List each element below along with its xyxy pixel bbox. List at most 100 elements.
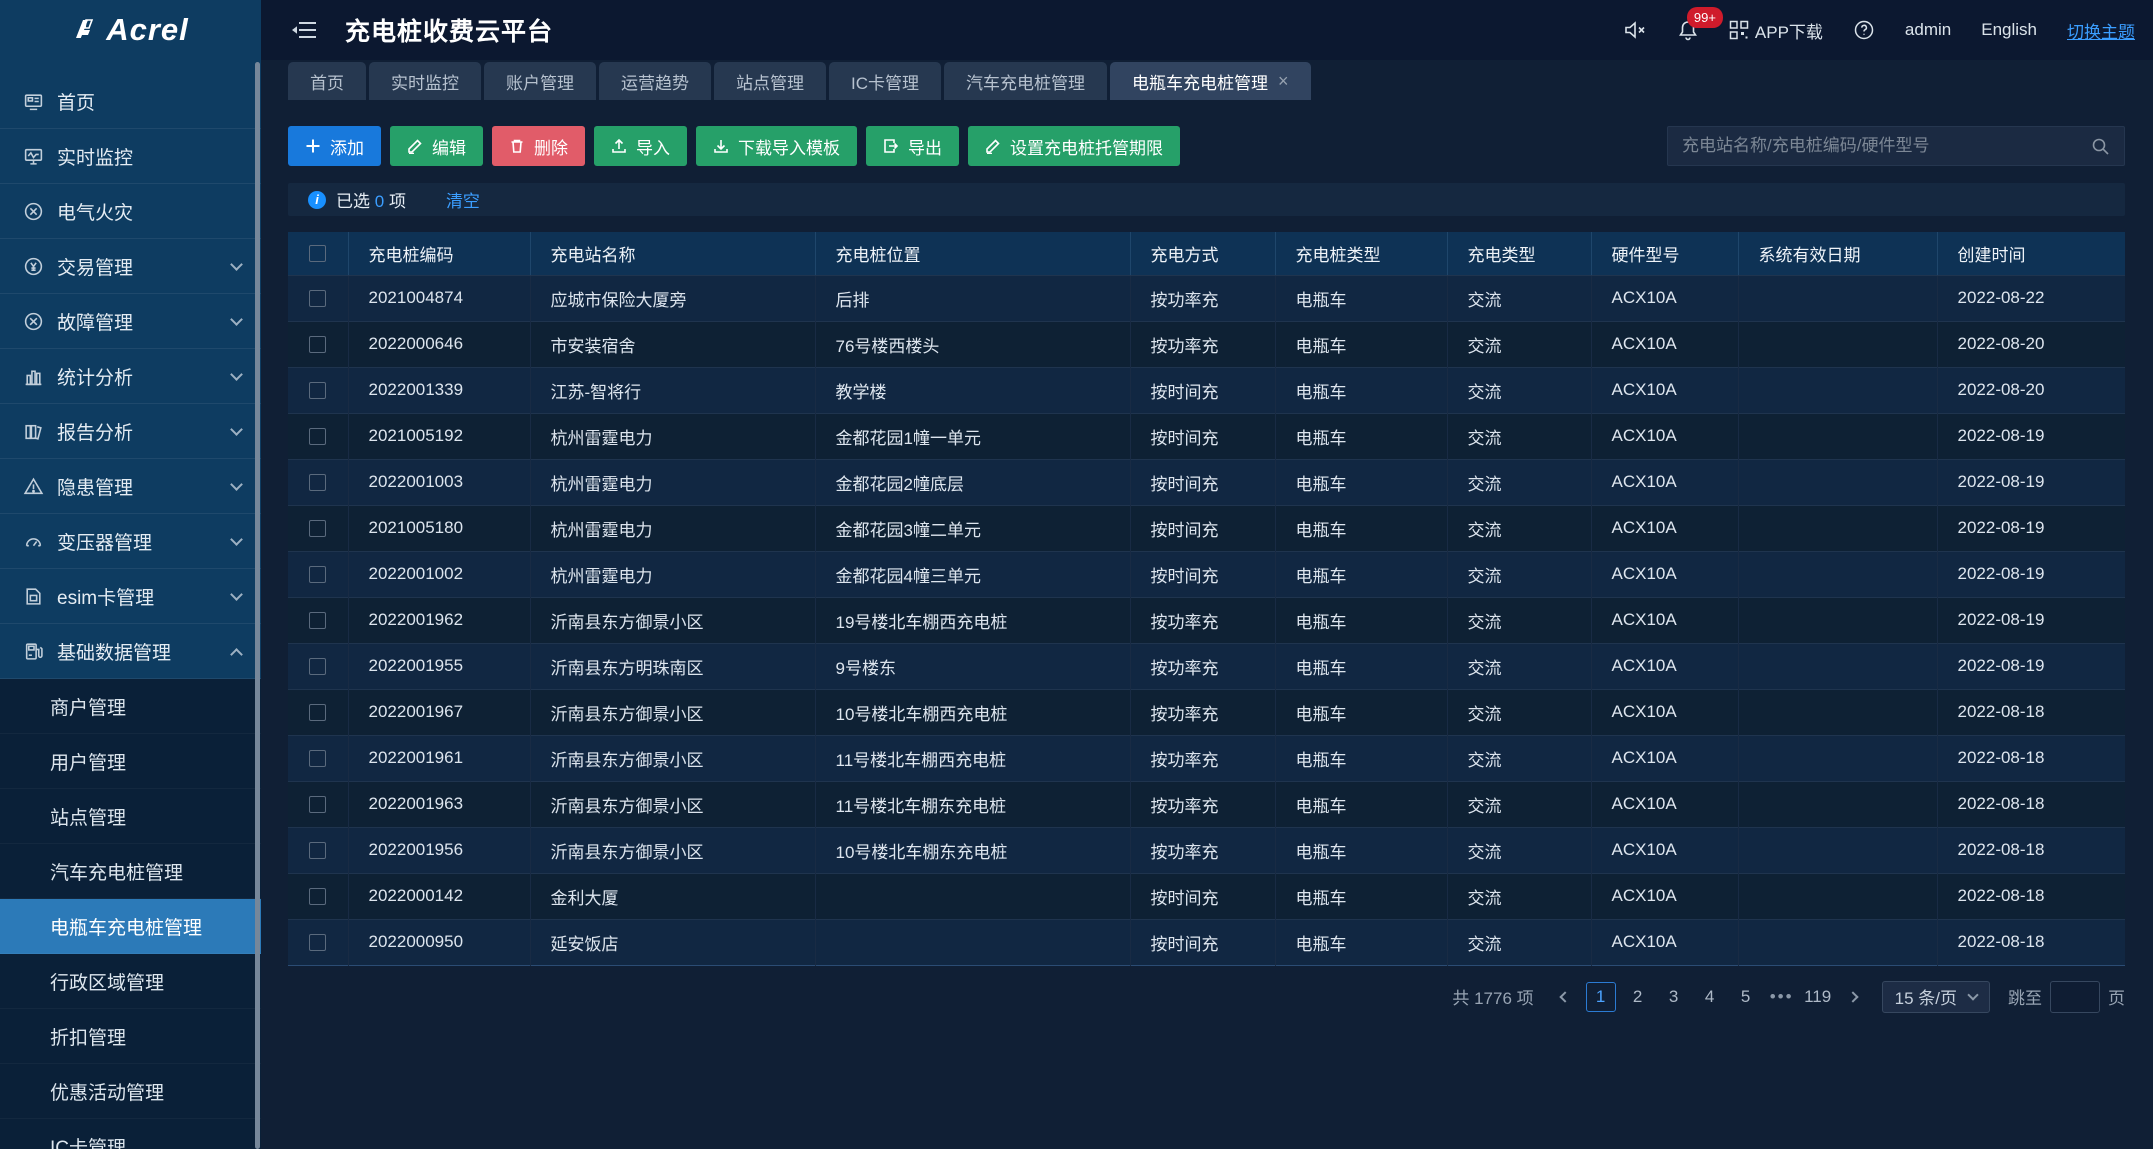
search-input[interactable]: [1682, 136, 2091, 156]
submenu-item-car-chargers[interactable]: 汽车充电桩管理: [0, 844, 261, 899]
username[interactable]: admin: [1905, 20, 1951, 40]
row-checkbox[interactable]: [309, 704, 326, 721]
download-template-button[interactable]: 下载导入模板: [696, 126, 857, 166]
notifications-button[interactable]: 99+: [1677, 19, 1699, 41]
column-header[interactable]: 硬件型号: [1591, 232, 1738, 275]
page-number-1[interactable]: 1: [1586, 982, 1616, 1012]
jump-page-input[interactable]: [2050, 981, 2100, 1013]
submenu-item-sites[interactable]: 站点管理: [0, 789, 261, 844]
submenu-item-discounts[interactable]: 折扣管理: [0, 1009, 261, 1064]
sidebar-item-transformers[interactable]: 变压器管理: [0, 514, 261, 569]
row-checkbox[interactable]: [309, 934, 326, 951]
page-ellipsis[interactable]: •••: [1768, 982, 1796, 1012]
table-row[interactable]: 2022001956 沂南县东方御景小区 10号楼北车棚东充电桩 按功率充 电瓶…: [288, 827, 2125, 873]
page-number-5[interactable]: 5: [1732, 982, 1760, 1012]
export-button[interactable]: 导出: [866, 126, 959, 166]
column-header[interactable]: 充电站名称: [530, 232, 815, 275]
sidebar-scrollbar[interactable]: [255, 62, 260, 1149]
tab-accounts[interactable]: 账户管理: [484, 62, 596, 100]
sidebar-item-base-data[interactable]: 基础数据管理: [0, 624, 261, 679]
tab-sites[interactable]: 站点管理: [714, 62, 826, 100]
tab-home[interactable]: 首页: [288, 62, 366, 100]
row-checkbox[interactable]: [309, 520, 326, 537]
row-checkbox[interactable]: [309, 750, 326, 767]
cell-station-name: 江苏-智将行: [530, 367, 815, 413]
sidebar-item-home[interactable]: 首页: [0, 74, 261, 129]
sidebar-item-electrical-fire[interactable]: 电气火灾: [0, 184, 261, 239]
submenu-item-ic-cards[interactable]: IC卡管理: [0, 1119, 261, 1149]
row-checkbox[interactable]: [309, 566, 326, 583]
edit-button[interactable]: 编辑: [390, 126, 483, 166]
row-checkbox[interactable]: [309, 658, 326, 675]
sidebar-item-statistics[interactable]: 统计分析: [0, 349, 261, 404]
search-icon[interactable]: [2091, 137, 2110, 156]
page-size-select[interactable]: 15 条/页: [1882, 981, 1990, 1013]
table-row[interactable]: 2022001962 沂南县东方御景小区 19号楼北车棚西充电桩 按功率充 电瓶…: [288, 597, 2125, 643]
table-row[interactable]: 2021005192 杭州雷霆电力 金都花园1幢一单元 按时间充 电瓶车 交流 …: [288, 413, 2125, 459]
sidebar-item-hazards[interactable]: 隐患管理: [0, 459, 261, 514]
sidebar-collapse-icon[interactable]: [291, 18, 319, 42]
submenu-item-merchants[interactable]: 商户管理: [0, 679, 261, 734]
page-number-2[interactable]: 2: [1624, 982, 1652, 1012]
column-header[interactable]: 创建时间: [1937, 232, 2125, 275]
table-row[interactable]: 2022001339 江苏-智将行 教学楼 按时间充 电瓶车 交流 ACX10A…: [288, 367, 2125, 413]
table-row[interactable]: 2022000646 市安装宿舍 76号楼西楼头 按功率充 电瓶车 交流 ACX…: [288, 321, 2125, 367]
sidebar-item-realtime-monitor[interactable]: 实时监控: [0, 129, 261, 184]
import-button[interactable]: 导入: [594, 126, 687, 166]
sidebar-item-reports[interactable]: 报告分析: [0, 404, 261, 459]
row-checkbox[interactable]: [309, 290, 326, 307]
sidebar-item-faults[interactable]: 故障管理: [0, 294, 261, 349]
set-hosting-period-button[interactable]: 设置充电桩托管期限: [968, 126, 1180, 166]
table-row[interactable]: 2021004874 应城市保险大厦旁 后排 按功率充 电瓶车 交流 ACX10…: [288, 275, 2125, 321]
row-checkbox[interactable]: [309, 842, 326, 859]
app-download-button[interactable]: APP下载: [1729, 18, 1823, 43]
select-all-checkbox[interactable]: [309, 245, 326, 262]
page-number-4[interactable]: 4: [1696, 982, 1724, 1012]
row-checkbox[interactable]: [309, 888, 326, 905]
theme-switch-link[interactable]: 切换主题: [2067, 18, 2135, 43]
submenu-item-promotions[interactable]: 优惠活动管理: [0, 1064, 261, 1119]
table-row[interactable]: 2022000142 金利大厦 按时间充 电瓶车 交流 ACX10A 2022-…: [288, 873, 2125, 919]
help-button[interactable]: [1853, 19, 1875, 41]
table-row[interactable]: 2021005180 杭州雷霆电力 金都花园3幢二单元 按时间充 电瓶车 交流 …: [288, 505, 2125, 551]
row-checkbox[interactable]: [309, 336, 326, 353]
table-row[interactable]: 2022000950 延安饭店 按时间充 电瓶车 交流 ACX10A 2022-…: [288, 919, 2125, 965]
column-header[interactable]: 充电类型: [1447, 232, 1591, 275]
sidebar-item-transactions[interactable]: 交易管理: [0, 239, 261, 294]
table-row[interactable]: 2022001963 沂南县东方御景小区 11号楼北车棚东充电桩 按功率充 电瓶…: [288, 781, 2125, 827]
column-header[interactable]: 充电桩位置: [815, 232, 1130, 275]
table-row[interactable]: 2022001961 沂南县东方御景小区 11号楼北车棚西充电桩 按功率充 电瓶…: [288, 735, 2125, 781]
sidebar-item-esim-cards[interactable]: esim卡管理: [0, 569, 261, 624]
close-icon[interactable]: ×: [1278, 72, 1289, 90]
language-switch[interactable]: English: [1981, 20, 2037, 40]
delete-button[interactable]: 删除: [492, 126, 585, 166]
column-header[interactable]: 充电桩类型: [1275, 232, 1447, 275]
next-page-button[interactable]: [1840, 982, 1866, 1012]
prev-page-button[interactable]: [1552, 982, 1578, 1012]
table-row[interactable]: 2022001967 沂南县东方御景小区 10号楼北车棚西充电桩 按功率充 电瓶…: [288, 689, 2125, 735]
column-header[interactable]: 系统有效日期: [1738, 232, 1937, 275]
row-checkbox[interactable]: [309, 428, 326, 445]
tab-operation-trends[interactable]: 运营趋势: [599, 62, 711, 100]
row-checkbox[interactable]: [309, 474, 326, 491]
tab-ebike-chargers[interactable]: 电瓶车充电桩管理 ×: [1110, 62, 1311, 100]
tab-ic-cards[interactable]: IC卡管理: [829, 62, 941, 100]
submenu-item-admin-regions[interactable]: 行政区域管理: [0, 954, 261, 1009]
submenu-item-users[interactable]: 用户管理: [0, 734, 261, 789]
tab-realtime-monitor[interactable]: 实时监控: [369, 62, 481, 100]
add-button[interactable]: 添加: [288, 126, 381, 166]
clear-selection-link[interactable]: 清空: [446, 187, 480, 212]
submenu-item-ebike-chargers[interactable]: 电瓶车充电桩管理: [0, 899, 261, 954]
column-header[interactable]: 充电桩编码: [348, 232, 530, 275]
page-number-119[interactable]: 119: [1804, 982, 1832, 1012]
column-header[interactable]: 充电方式: [1130, 232, 1275, 275]
mute-button[interactable]: [1623, 19, 1647, 41]
table-row[interactable]: 2022001955 沂南县东方明珠南区 9号楼东 按功率充 电瓶车 交流 AC…: [288, 643, 2125, 689]
row-checkbox[interactable]: [309, 612, 326, 629]
row-checkbox[interactable]: [309, 382, 326, 399]
row-checkbox[interactable]: [309, 796, 326, 813]
page-number-3[interactable]: 3: [1660, 982, 1688, 1012]
table-row[interactable]: 2022001002 杭州雷霆电力 金都花园4幢三单元 按时间充 电瓶车 交流 …: [288, 551, 2125, 597]
tab-car-chargers[interactable]: 汽车充电桩管理: [944, 62, 1107, 100]
table-row[interactable]: 2022001003 杭州雷霆电力 金都花园2幢底层 按时间充 电瓶车 交流 A…: [288, 459, 2125, 505]
